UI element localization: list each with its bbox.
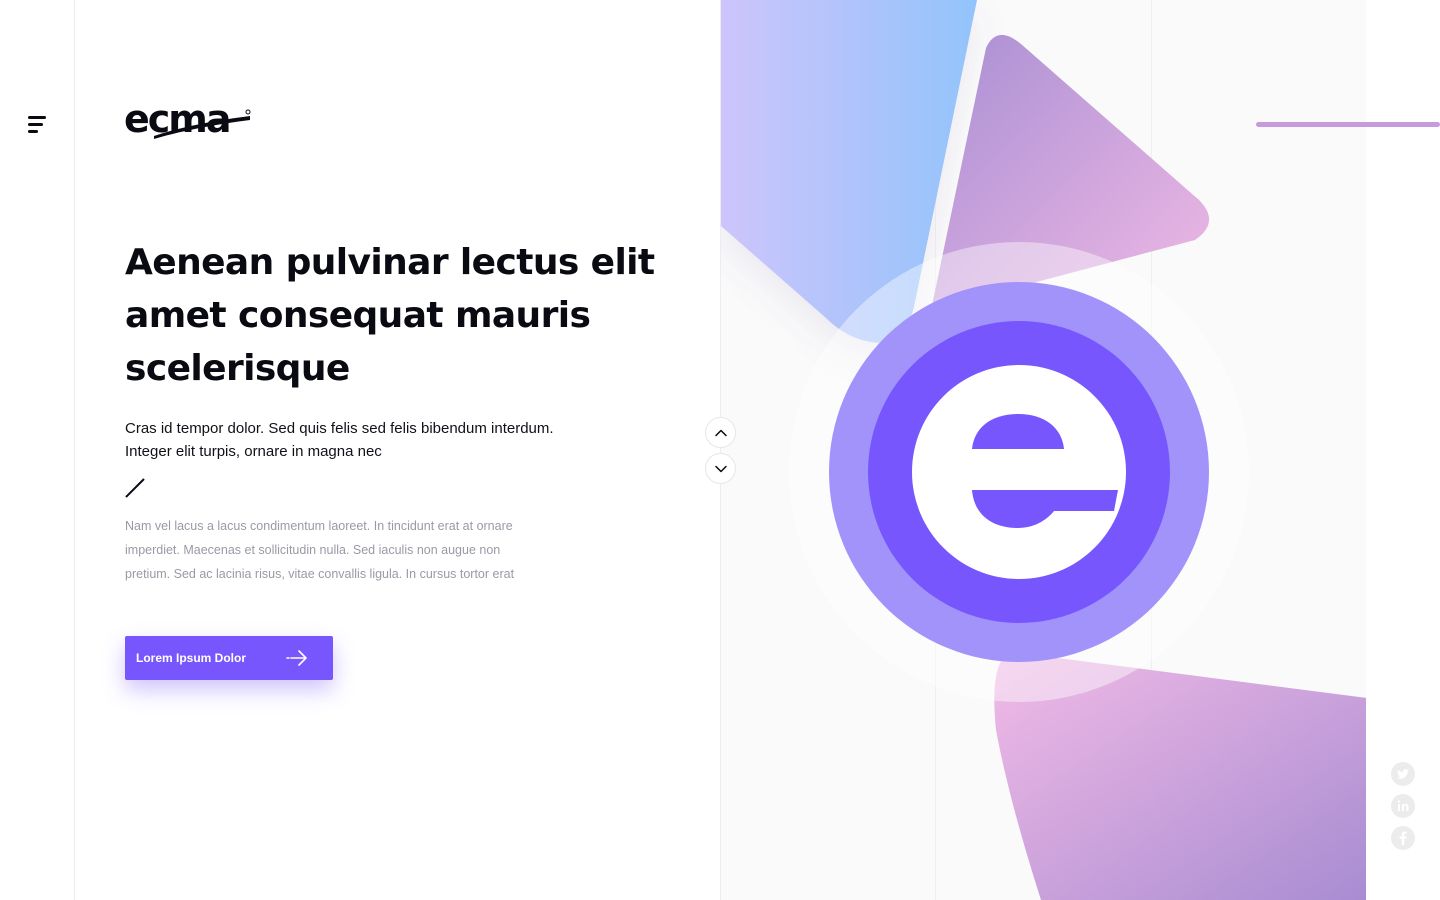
brand-logo[interactable]: ecma bbox=[124, 96, 256, 142]
hero-headline: Aenean pulvinar lectus elit amet consequ… bbox=[125, 242, 655, 389]
twitter-icon[interactable] bbox=[1391, 762, 1415, 786]
arrow-right-icon bbox=[286, 650, 307, 666]
scroll-down-button[interactable] bbox=[705, 453, 736, 484]
hamburger-menu-icon[interactable] bbox=[26, 114, 50, 136]
hero-body: Nam vel lacus a lacus condimentum laoree… bbox=[125, 519, 515, 581]
scroll-up-button[interactable] bbox=[705, 417, 736, 448]
logo-swoosh-icon bbox=[154, 109, 251, 139]
hero-lead: Cras id tempor dolor. Sed quis felis sed… bbox=[125, 420, 554, 460]
chevron-up-icon bbox=[715, 429, 727, 437]
slash-divider-icon bbox=[125, 478, 145, 498]
facebook-icon[interactable] bbox=[1391, 826, 1415, 850]
accent-bar bbox=[1256, 122, 1440, 127]
brand-illustration bbox=[721, 0, 1366, 900]
e-bowl bbox=[912, 365, 1126, 579]
cta-label: Lorem Ipsum Dolor bbox=[136, 651, 247, 665]
linkedin-icon[interactable] bbox=[1391, 794, 1415, 818]
hero-art-panel bbox=[720, 0, 1366, 900]
chevron-down-icon bbox=[715, 465, 727, 473]
